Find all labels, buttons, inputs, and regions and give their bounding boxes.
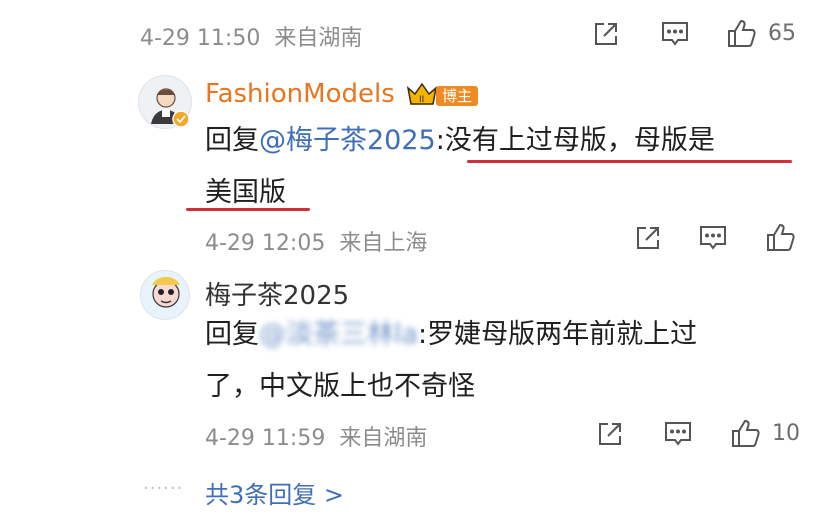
reply-prefix: 回复 (205, 125, 259, 156)
comment2-content: 回复@淡茶三林la:罗婕母版两年前就上过 了，中文版上也不奇怪 (205, 309, 805, 413)
mention-link[interactable]: @梅子茶2025 (259, 125, 436, 156)
avatar[interactable] (140, 270, 190, 320)
top-comment-source: 来自湖南 (274, 26, 363, 51)
red-underline-annotation (467, 160, 792, 163)
share-icon[interactable] (596, 420, 624, 448)
comment1-username[interactable]: FashionModels (205, 79, 395, 109)
comment1-meta: 4-29 12:05 来自上海 (205, 225, 427, 257)
svg-text:II: II (419, 95, 424, 105)
verified-icon (172, 110, 190, 128)
comment2-username[interactable]: 梅子茶2025 (205, 275, 349, 312)
like-count: 65 (768, 21, 796, 46)
like-icon[interactable] (765, 221, 797, 253)
comment2-source: 来自湖南 (339, 426, 428, 451)
more-replies-link[interactable]: 共3条回复 > (205, 475, 344, 510)
comment-icon[interactable] (698, 224, 728, 252)
top-comment-meta: 4-29 11:50 来自湖南 (140, 20, 362, 52)
comment1-source: 来自上海 (339, 231, 428, 256)
comment1-content: 回复@梅子茶2025:没有上过母版，母版是 美国版 (205, 115, 805, 219)
crown-icon: II (405, 80, 439, 112)
blogger-badge: II 博主 (405, 80, 479, 112)
comment1-text-line1: :没有上过母版，母版是 (435, 125, 715, 156)
comment2-time: 4-29 11:59 (205, 426, 326, 451)
comment-icon[interactable] (660, 20, 690, 48)
comment1-text-line2: 美国版 (205, 177, 286, 208)
comment-icon[interactable] (663, 420, 693, 448)
red-underline-annotation (186, 208, 310, 211)
badge-label: 博主 (436, 86, 479, 106)
top-comment-time: 4-29 11:50 (140, 26, 261, 51)
reply-prefix: 回复 (205, 319, 259, 350)
like-count: 10 (772, 421, 800, 446)
comment2-text-line1: :罗婕母版两年前就上过 (418, 319, 698, 350)
comment1-time: 4-29 12:05 (205, 231, 326, 256)
comment2-text-line2: 了，中文版上也不奇怪 (205, 371, 475, 402)
mention-link[interactable]: @淡茶三林la (259, 319, 418, 350)
like-icon[interactable] (726, 17, 758, 49)
divider-dots: ······ (143, 478, 184, 499)
share-icon[interactable] (634, 224, 662, 252)
like-icon[interactable] (730, 417, 762, 449)
comment2-meta: 4-29 11:59 来自湖南 (205, 420, 427, 452)
share-icon[interactable] (592, 20, 620, 48)
